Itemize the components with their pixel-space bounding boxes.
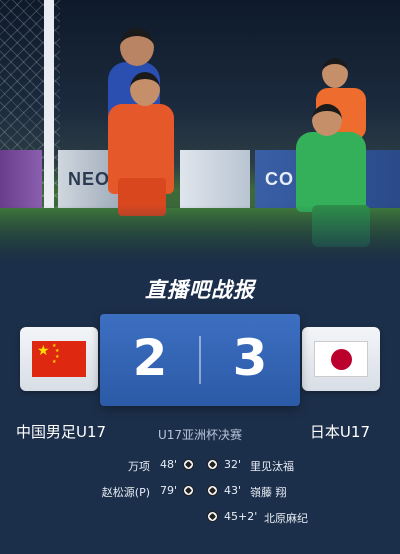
match-photo: NEOM CO — [0, 0, 400, 265]
soccer-ball-icon — [183, 485, 194, 496]
soccer-ball-icon — [207, 485, 218, 496]
china-flag-icon: ★ ★ ★ ★ ★ — [32, 341, 86, 377]
soccer-ball-icon — [207, 459, 218, 470]
soccer-ball-icon — [207, 511, 218, 522]
away-goal-minute: 32' — [224, 458, 242, 471]
home-goal-minute: 48' — [160, 458, 178, 471]
soccer-ball-icon — [183, 459, 194, 470]
home-goal-minute: 79' — [160, 484, 178, 497]
ad-board-left — [0, 150, 42, 208]
home-score: 2 — [132, 329, 168, 387]
away-goal-player: 北原麻纪 — [264, 512, 308, 525]
goalkeeper-head — [312, 104, 342, 136]
player-blue-head — [120, 28, 154, 66]
home-goal-player: 万项 — [128, 460, 150, 473]
brand-title: 直播吧战报 — [145, 278, 255, 302]
home-flag-card: ★ ★ ★ ★ ★ — [20, 327, 98, 391]
away-goal-player: 嶺藤 翔 — [250, 486, 287, 499]
away-score: 3 — [232, 329, 268, 387]
ad-board-text: CO — [265, 168, 294, 189]
score-panel: 2 3 — [100, 314, 300, 406]
player-red-head — [130, 72, 160, 106]
home-goal-player: 赵松源(P) — [101, 486, 150, 499]
ad-board-blank — [180, 150, 250, 208]
score-divider — [199, 336, 201, 384]
goalkeeper-green-jersey — [296, 132, 366, 212]
away-goal-minute: 43' — [224, 484, 242, 497]
away-goal-player: 里见汰福 — [250, 460, 294, 473]
goal-post — [44, 0, 54, 232]
away-goal-minute: 45+2' — [224, 510, 258, 523]
japan-flag-icon — [314, 341, 368, 377]
player-orange-head — [322, 58, 348, 88]
photo-fade — [0, 205, 400, 265]
away-team-name: 日本U17 — [309, 423, 370, 441]
away-flag-card — [302, 327, 380, 391]
